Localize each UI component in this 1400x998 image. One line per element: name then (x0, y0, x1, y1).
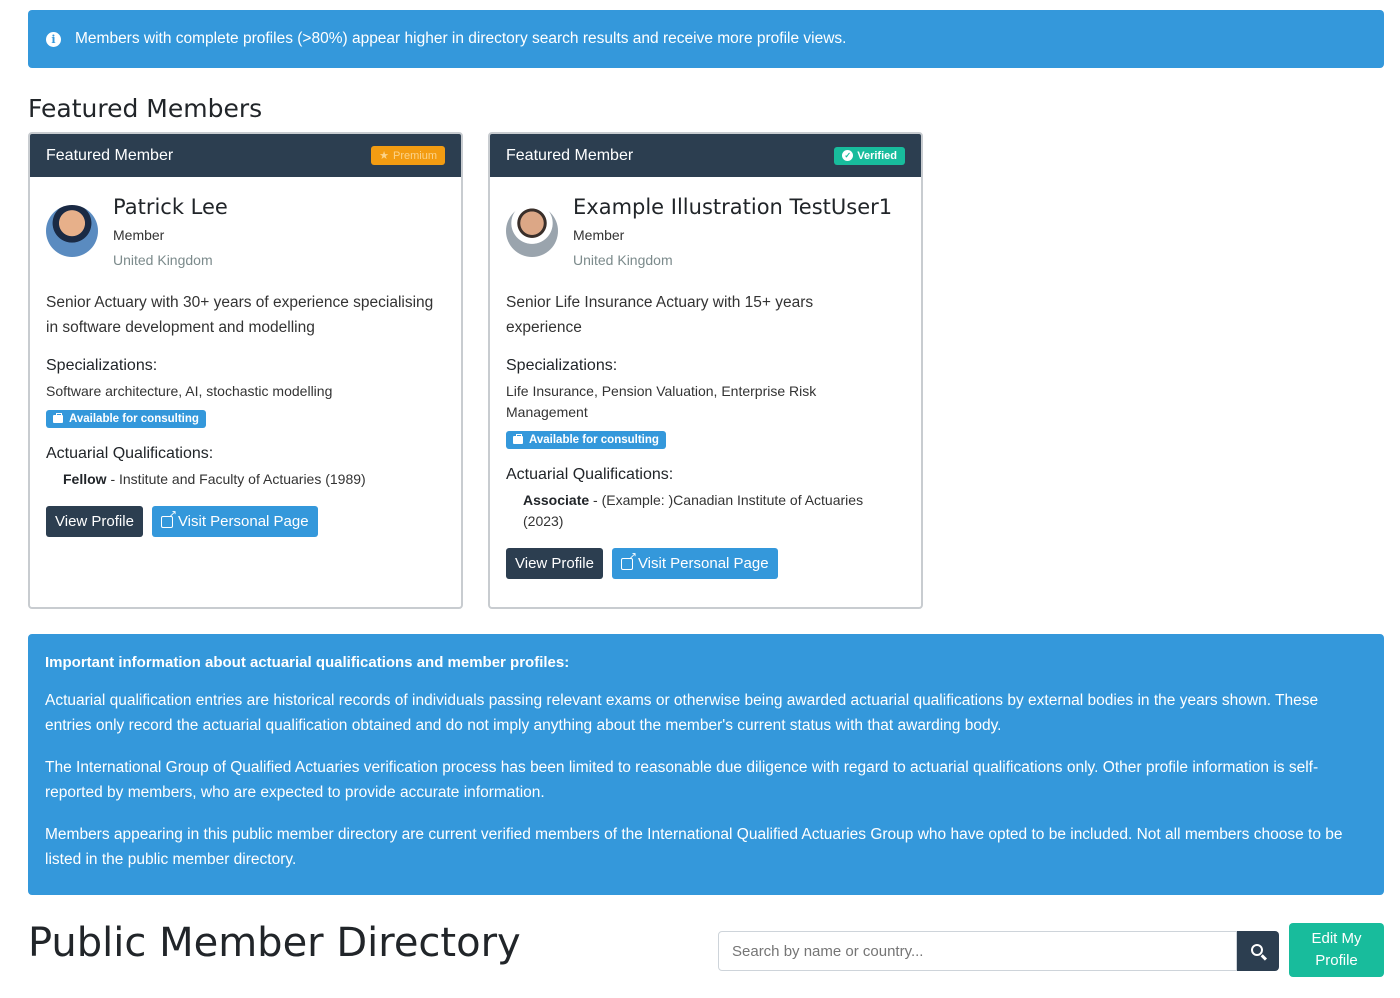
check-circle-icon: ✓ (842, 150, 854, 161)
avatar (46, 205, 98, 257)
info-alert-paragraph: Actuarial qualification entries are hist… (45, 692, 1319, 734)
avatar (506, 205, 558, 257)
member-country: United Kingdom (113, 252, 213, 268)
consulting-badge: Available for consulting (46, 410, 206, 428)
search-button[interactable] (1237, 931, 1279, 971)
external-link-icon (160, 509, 177, 528)
premium-badge-label: Premium (392, 149, 437, 162)
qualification-level: Fellow (63, 471, 107, 487)
view-profile-button[interactable]: View Profile (506, 548, 603, 579)
specializations-text: Software architecture, AI, stochastic mo… (46, 383, 333, 399)
profile-tip-text: Members with complete profiles (>80%) ap… (75, 30, 847, 47)
view-profile-button[interactable]: View Profile (46, 506, 143, 537)
verified-badge: ✓ Verified (834, 146, 905, 165)
visit-personal-page-button[interactable]: Visit Personal Page (151, 506, 318, 537)
member-bio: Senior Life Insurance Actuary with 15+ y… (506, 294, 814, 336)
card-header-title: Featured Member (46, 146, 174, 164)
member-role: Member (573, 227, 625, 243)
featured-members-title: Featured Members (28, 94, 263, 123)
visit-personal-page-button[interactable]: Visit Personal Page (611, 548, 778, 579)
specializations-label: Specializations: (46, 357, 158, 374)
member-name: Patrick Lee (113, 195, 228, 219)
briefcase-icon (53, 413, 63, 423)
qualifications-info-alert: Important information about actuarial qu… (28, 634, 1384, 895)
premium-badge: ★ Premium (371, 146, 445, 165)
info-alert-paragraph: Members appearing in this public member … (45, 826, 1343, 868)
external-link-icon (620, 551, 637, 570)
card-header: Featured Member ★ Premium (30, 134, 461, 177)
visit-personal-page-label: Visit Personal Page (177, 513, 309, 530)
specializations-text: Life Insurance, Pension Valuation, Enter… (506, 383, 817, 420)
directory-title: Public Member Directory (28, 920, 521, 966)
member-name: Example Illustration TestUser1 (573, 195, 893, 219)
qualification-entry: Fellow - Institute and Faculty of Actuar… (46, 469, 445, 490)
directory-search-input[interactable] (718, 931, 1237, 971)
info-icon: i (46, 31, 61, 47)
member-bio: Senior Actuary with 30+ years of experie… (46, 294, 434, 336)
qualifications-label: Actuarial Qualifications: (46, 445, 214, 462)
featured-member-card: Featured Member ✓ Verified Example Illus… (488, 132, 923, 609)
qualification-level: Associate (523, 492, 590, 508)
edit-my-profile-button[interactable]: Edit My Profile (1289, 923, 1384, 977)
star-icon: ★ (379, 150, 389, 162)
briefcase-icon (513, 434, 523, 444)
visit-personal-page-label: Visit Personal Page (637, 555, 769, 572)
specializations-label: Specializations: (506, 357, 618, 374)
consulting-badge-label: Available for consulting (69, 413, 199, 425)
search-icon (1250, 943, 1263, 956)
info-alert-heading: Important information about actuarial qu… (45, 654, 570, 671)
qualification-detail: - Institute and Faculty of Actuaries (19… (106, 471, 366, 487)
qualifications-label: Actuarial Qualifications: (506, 466, 674, 483)
info-alert-paragraph: The International Group of Qualified Act… (45, 759, 1319, 801)
profile-tip-alert: i Members with complete profiles (>80%) … (28, 10, 1384, 68)
qualification-entry: Associate - (Example: )Canadian Institut… (506, 490, 905, 532)
verified-badge-label: Verified (857, 149, 897, 162)
member-country: United Kingdom (573, 252, 673, 268)
card-header-title: Featured Member (506, 146, 634, 164)
consulting-badge-label: Available for consulting (529, 434, 659, 446)
consulting-badge: Available for consulting (506, 431, 666, 449)
card-header: Featured Member ✓ Verified (490, 134, 921, 177)
featured-member-card: Featured Member ★ Premium Patrick Lee Me… (28, 132, 463, 609)
member-role: Member (113, 227, 165, 243)
